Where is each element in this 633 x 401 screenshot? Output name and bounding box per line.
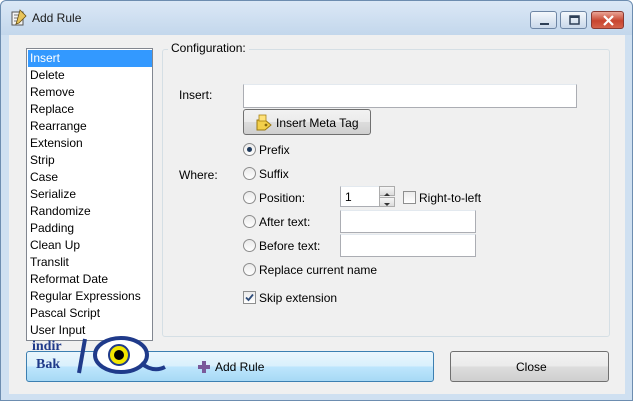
suffix-label: Suffix xyxy=(259,167,289,181)
prefix-radio[interactable] xyxy=(243,143,256,156)
right-to-left-label: Right-to-left xyxy=(419,191,482,205)
rule-list-item[interactable]: Case xyxy=(28,169,152,186)
rule-list-item[interactable]: Delete xyxy=(28,67,152,84)
insert-label: Insert: xyxy=(179,88,213,102)
chevron-down-icon xyxy=(384,203,390,206)
plus-icon xyxy=(198,361,210,373)
close-window-button[interactable] xyxy=(591,11,624,29)
replace-name-label: Replace current name xyxy=(259,263,378,277)
watermark-text-bottom: Bak xyxy=(36,357,61,372)
after-text-radio[interactable] xyxy=(243,215,256,228)
position-radio[interactable] xyxy=(243,191,256,204)
suffix-radio[interactable] xyxy=(243,167,256,180)
title-bar: Add Rule xyxy=(1,1,632,35)
position-decrease-button[interactable] xyxy=(379,197,395,207)
minimize-icon xyxy=(540,23,549,25)
position-field[interactable] xyxy=(340,186,380,207)
rule-list-item[interactable]: Translit xyxy=(28,254,152,271)
close-button[interactable]: Close xyxy=(450,351,609,382)
insert-meta-tag-button[interactable]: Insert Meta Tag xyxy=(243,109,371,135)
app-icon xyxy=(11,9,27,26)
before-text-label: Before text: xyxy=(259,239,321,253)
rule-type-list[interactable]: Insert Delete Remove Replace Rearrange Extens… xyxy=(26,48,153,341)
after-text-label: After text: xyxy=(259,215,311,229)
close-label: Close xyxy=(516,360,547,374)
minimize-button[interactable] xyxy=(530,11,557,29)
rule-list-item[interactable]: Strip xyxy=(28,152,152,169)
insert-meta-tag-label: Insert Meta Tag xyxy=(276,116,359,130)
rule-list-item[interactable]: Insert xyxy=(28,50,152,67)
window-title: Add Rule xyxy=(32,11,82,25)
before-text-radio[interactable] xyxy=(243,239,256,252)
rule-list-item[interactable]: Remove xyxy=(28,84,152,101)
skip-extension-label: Skip extension xyxy=(259,291,338,305)
rule-list-item[interactable]: Randomize xyxy=(28,203,152,220)
right-to-left-checkbox[interactable] xyxy=(403,191,416,204)
maximize-button[interactable] xyxy=(560,11,587,29)
rule-list-item[interactable]: Rearrange xyxy=(28,118,152,135)
prefix-label: Prefix xyxy=(259,143,290,157)
checkmark-icon xyxy=(245,293,254,302)
watermark-text-top: indir xyxy=(32,339,62,354)
add-rule-window: Add Rule Insert Delete Remove Replace Rearra… xyxy=(0,0,633,401)
where-label: Where: xyxy=(179,168,218,182)
replace-name-radio[interactable] xyxy=(243,263,256,276)
insert-input[interactable] xyxy=(244,85,576,107)
rule-list-item[interactable]: Replace xyxy=(28,101,152,118)
before-text-input[interactable] xyxy=(341,235,475,256)
insert-text-field[interactable] xyxy=(243,84,577,108)
position-label: Position: xyxy=(259,191,306,205)
add-rule-label: Add Rule xyxy=(215,360,265,374)
rule-list-item[interactable]: Serialize xyxy=(28,186,152,203)
rule-list-item[interactable]: Pascal Script xyxy=(28,305,152,322)
after-text-input[interactable] xyxy=(341,211,475,232)
rule-list-item[interactable]: Padding xyxy=(28,220,152,237)
rule-list-item[interactable]: Clean Up xyxy=(28,237,152,254)
rule-list-item[interactable]: Extension xyxy=(28,135,152,152)
watermark-logo: indir Bak xyxy=(27,333,177,383)
tag-icon xyxy=(256,114,272,131)
position-input[interactable] xyxy=(341,187,379,206)
rule-list-item[interactable]: Regular Expressions xyxy=(28,288,152,305)
skip-extension-checkbox[interactable] xyxy=(243,291,256,304)
eye-logo-icon xyxy=(77,336,166,374)
before-text-field[interactable] xyxy=(340,234,476,257)
rule-list-item[interactable]: Reformat Date xyxy=(28,271,152,288)
after-text-field[interactable] xyxy=(340,210,476,233)
close-icon xyxy=(603,15,614,26)
configuration-legend: Configuration: xyxy=(168,41,249,55)
position-increase-button[interactable] xyxy=(379,186,395,196)
maximize-icon xyxy=(569,15,580,25)
